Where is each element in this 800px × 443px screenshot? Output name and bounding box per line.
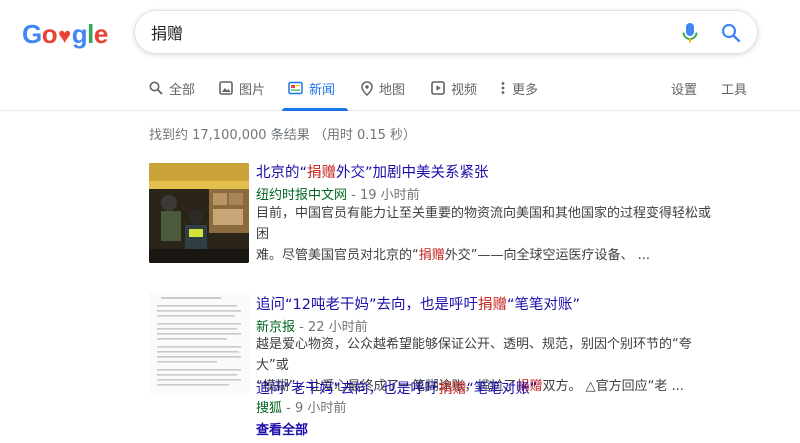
location-pin-icon xyxy=(361,80,373,96)
play-icon xyxy=(431,81,445,95)
result-stats: 找到约 17,100,000 条结果 （用时 0.15 秒） xyxy=(149,128,417,143)
source-name: 搜狐 xyxy=(256,401,283,416)
result-snippet: 目前，中国官员有能力让至关重要的物资流向美国和其他国家的过程变得轻松或困 难。尽… xyxy=(256,206,712,263)
result-time: - 9 小时前 xyxy=(282,401,347,416)
document-thumbnail[interactable] xyxy=(149,293,249,393)
tools-link[interactable]: 工具 xyxy=(721,77,747,99)
tab-more[interactable]: 更多 xyxy=(500,77,538,99)
news-icon xyxy=(288,81,303,95)
result-source: 纽约时报中文网 - 19 小时前 xyxy=(256,184,420,203)
result-source: 新京报 - 22 小时前 xyxy=(256,316,368,335)
related-result-title[interactable]: 追问“老干妈”去向，也是呼吁捐赠“笔笔对账” xyxy=(256,378,537,398)
source-name: 新京报 xyxy=(256,320,296,335)
see-all-link[interactable]: 查看全部 xyxy=(256,419,308,438)
tab-maps[interactable]: 地图 xyxy=(361,77,405,99)
news-thumbnail[interactable] xyxy=(149,163,249,263)
search-input[interactable] xyxy=(151,18,651,46)
active-tab-indicator xyxy=(282,108,348,111)
microphone-icon[interactable] xyxy=(679,21,701,45)
result-time: - 22 小时前 xyxy=(295,320,368,335)
source-name: 纽约时报中文网 xyxy=(256,188,348,203)
search-icon xyxy=(149,81,163,95)
search-button[interactable] xyxy=(719,21,743,45)
vertical-dots-icon xyxy=(501,82,505,94)
search-box xyxy=(134,10,758,54)
google-logo[interactable]: Go ♥ g l e xyxy=(22,19,108,50)
image-icon xyxy=(219,81,233,95)
tab-news[interactable]: 新闻 xyxy=(288,77,335,99)
tab-all[interactable]: 全部 xyxy=(149,77,195,99)
settings-link[interactable]: 设置 xyxy=(671,77,697,99)
tab-images[interactable]: 图片 xyxy=(219,77,265,99)
search-tabs: 全部 图片 新闻 地图 视频 更多 设置 工具 xyxy=(0,67,800,111)
result-title[interactable]: 追问“12吨老干妈”去向，也是呼吁捐赠“笔笔对账” xyxy=(256,293,580,314)
result-title[interactable]: 北京的“捐赠外交”加剧中美关系紧张 xyxy=(256,161,489,182)
search-icon xyxy=(721,23,741,43)
result-time: - 19 小时前 xyxy=(347,188,420,203)
tab-videos[interactable]: 视频 xyxy=(431,77,477,99)
result-source: 搜狐 - 9 小时前 xyxy=(256,397,346,416)
